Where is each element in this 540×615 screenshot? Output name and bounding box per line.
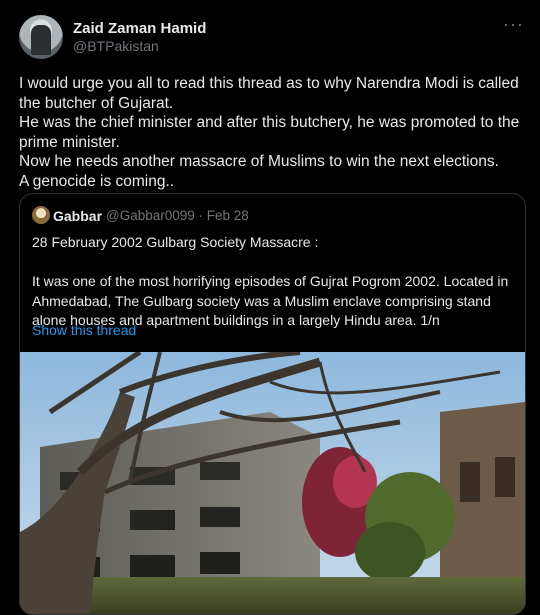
quote-text: 28 February 2002 Gulbarg Society Massacr… xyxy=(32,234,509,328)
quote-meta: @Gabbar0099 · Feb 28 xyxy=(106,208,249,223)
quote-avatar xyxy=(32,206,50,224)
author-handle[interactable]: @BTPakistan xyxy=(73,38,159,54)
more-icon[interactable]: ··· xyxy=(503,14,524,35)
show-thread-link[interactable]: Show this thread xyxy=(32,322,136,338)
tweet-text: I would urge you all to read this thread… xyxy=(19,75,520,190)
author-name[interactable]: Zaid Zaman Hamid xyxy=(73,20,206,37)
quoted-photo[interactable] xyxy=(20,352,525,614)
tweet-card[interactable]: Zaid Zaman Hamid @BTPakistan ··· I would… xyxy=(0,0,540,615)
avatar[interactable] xyxy=(19,15,63,59)
quoted-tweet[interactable]: Gabbar @Gabbar0099 · Feb 28 28 February … xyxy=(19,193,526,615)
quote-author-name: Gabbar xyxy=(53,208,103,224)
